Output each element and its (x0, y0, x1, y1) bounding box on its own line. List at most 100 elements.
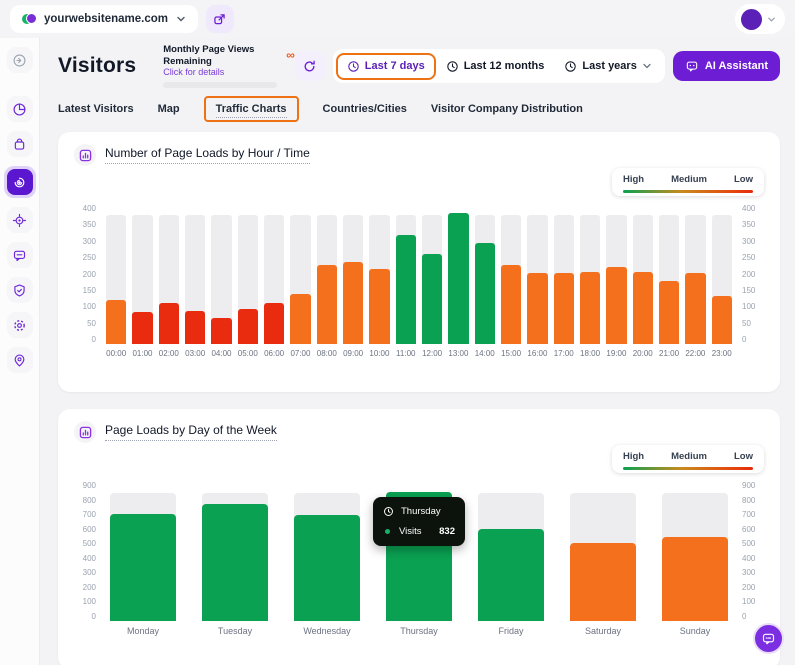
bar-column[interactable]: Wednesday (294, 481, 360, 621)
bar-column[interactable]: Monday (110, 481, 176, 621)
bar-12:00[interactable] (422, 254, 442, 344)
bar-column[interactable]: Saturday (570, 481, 636, 621)
bar-column[interactable]: 05:00 (238, 204, 258, 344)
bar-column[interactable]: 16:00 (527, 204, 547, 344)
y-tick: 600 (742, 525, 755, 534)
bar-column[interactable]: 18:00 (580, 204, 600, 344)
tab-countries-cities[interactable]: Countries/Cities (323, 103, 407, 115)
bar-column[interactable]: 04:00 (211, 204, 231, 344)
bar-15:00[interactable] (501, 265, 521, 344)
bar-Monday[interactable] (110, 514, 176, 621)
sidebar-item-orders[interactable] (7, 131, 33, 157)
bar-column[interactable]: 06:00 (264, 204, 284, 344)
bar-03:00[interactable] (185, 311, 205, 344)
bar-14:00[interactable] (475, 243, 495, 345)
bar-column[interactable]: 00:00 (106, 204, 126, 344)
bar-column[interactable]: 22:00 (685, 204, 705, 344)
bar-16:00[interactable] (527, 273, 547, 344)
bar-20:00[interactable] (633, 272, 653, 344)
bar-chart-icon (79, 426, 92, 439)
user-menu[interactable] (735, 4, 785, 34)
bar-column[interactable]: 10:00 (369, 204, 389, 344)
bar-Saturday[interactable] (570, 543, 636, 621)
bar-column[interactable]: Friday (478, 481, 544, 621)
sidebar-item-location[interactable] (7, 347, 33, 373)
bar-10:00[interactable] (369, 269, 389, 344)
bar-08:00[interactable] (317, 265, 337, 344)
tab-map[interactable]: Map (158, 103, 180, 115)
bar-column[interactable]: 03:00 (185, 204, 205, 344)
monthly-views-details-link[interactable]: Click for details (163, 67, 277, 77)
range-last-7-days[interactable]: Last 7 days (336, 53, 436, 80)
y-tick: 100 (83, 302, 96, 311)
y-tick: 150 (83, 286, 96, 295)
bar-column[interactable]: 08:00 (317, 204, 337, 344)
y-axis-left: 400350300250200150100500 (74, 204, 98, 344)
bar-04:00[interactable] (211, 318, 231, 344)
bar-11:00[interactable] (396, 235, 416, 344)
bar-Tuesday[interactable] (202, 504, 268, 621)
bar-column[interactable]: 07:00 (290, 204, 310, 344)
y-tick: 600 (83, 525, 96, 534)
bar-column[interactable]: 09:00 (343, 204, 363, 344)
bar-22:00[interactable] (685, 273, 705, 344)
bar-18:00[interactable] (580, 272, 600, 344)
bar-column[interactable]: 19:00 (606, 204, 626, 344)
bar-07:00[interactable] (290, 294, 310, 344)
sidebar-item-feedback[interactable] (7, 242, 33, 268)
bar-Friday[interactable] (478, 529, 544, 621)
support-chat-button[interactable] (753, 623, 784, 654)
bar-column[interactable]: 01:00 (132, 204, 152, 344)
x-label: 22:00 (685, 349, 705, 358)
bar-00:00[interactable] (106, 300, 126, 344)
bar-23:00[interactable] (712, 296, 732, 344)
sidebar-item-analytics[interactable] (7, 96, 33, 122)
bar-column[interactable]: 20:00 (633, 204, 653, 344)
bar-column[interactable]: Sunday (662, 481, 728, 621)
sidebar-item-settings[interactable] (7, 312, 33, 338)
bar-column[interactable]: 15:00 (501, 204, 521, 344)
bar-06:00[interactable] (264, 303, 284, 344)
refresh-button[interactable] (295, 51, 325, 81)
tab-latest-visitors[interactable]: Latest Visitors (58, 103, 134, 115)
bar-column[interactable]: 12:00 (422, 204, 442, 344)
bar-column[interactable]: 23:00 (712, 204, 732, 344)
sidebar-collapse-button[interactable] (7, 47, 33, 73)
bar-09:00[interactable] (343, 262, 363, 344)
card-header: Page Loads by Day of the Week (74, 421, 764, 443)
bar-Sunday[interactable] (662, 537, 728, 621)
open-website-button[interactable] (206, 5, 234, 33)
bar-column[interactable]: 13:00 (448, 204, 468, 344)
bar-17:00[interactable] (554, 273, 574, 344)
security-shield-icon (12, 283, 27, 298)
sidebar-item-security[interactable] (7, 277, 33, 303)
bar-19:00[interactable] (606, 267, 626, 344)
bar-Wednesday[interactable] (294, 515, 360, 621)
bar-13:00[interactable] (448, 213, 468, 344)
range-last-12-months[interactable]: Last 12 months (436, 54, 555, 79)
sidebar-item-visitors[interactable] (4, 166, 36, 198)
y-tick: 700 (83, 510, 96, 519)
y-tick: 900 (83, 481, 96, 490)
bar-column[interactable]: 17:00 (554, 204, 574, 344)
bar-02:00[interactable] (159, 303, 179, 344)
range-last-years[interactable]: Last years (554, 54, 661, 79)
bar-column[interactable]: 21:00 (659, 204, 679, 344)
bar-01:00[interactable] (132, 312, 152, 344)
clock-icon (383, 506, 394, 517)
tab-traffic-charts[interactable]: Traffic Charts (204, 96, 299, 122)
y-tick: 300 (83, 568, 96, 577)
bar-column[interactable]: 14:00 (475, 204, 495, 344)
sidebar (0, 38, 40, 665)
tab-visitor-company-distribution[interactable]: Visitor Company Distribution (431, 103, 583, 115)
bar-05:00[interactable] (238, 309, 258, 344)
bar-21:00[interactable] (659, 281, 679, 344)
website-selector[interactable]: yourwebsitename.com (10, 5, 198, 33)
bar-column[interactable]: Tuesday (202, 481, 268, 621)
bar-column[interactable]: 11:00 (396, 204, 416, 344)
tab-bar: Latest Visitors Map Traffic Charts Count… (58, 95, 780, 123)
sidebar-item-goals[interactable] (7, 207, 33, 233)
ai-assistant-button[interactable]: AI Assistant (673, 51, 780, 81)
bar-column[interactable]: 02:00 (159, 204, 179, 344)
legend-gradient (623, 467, 753, 470)
